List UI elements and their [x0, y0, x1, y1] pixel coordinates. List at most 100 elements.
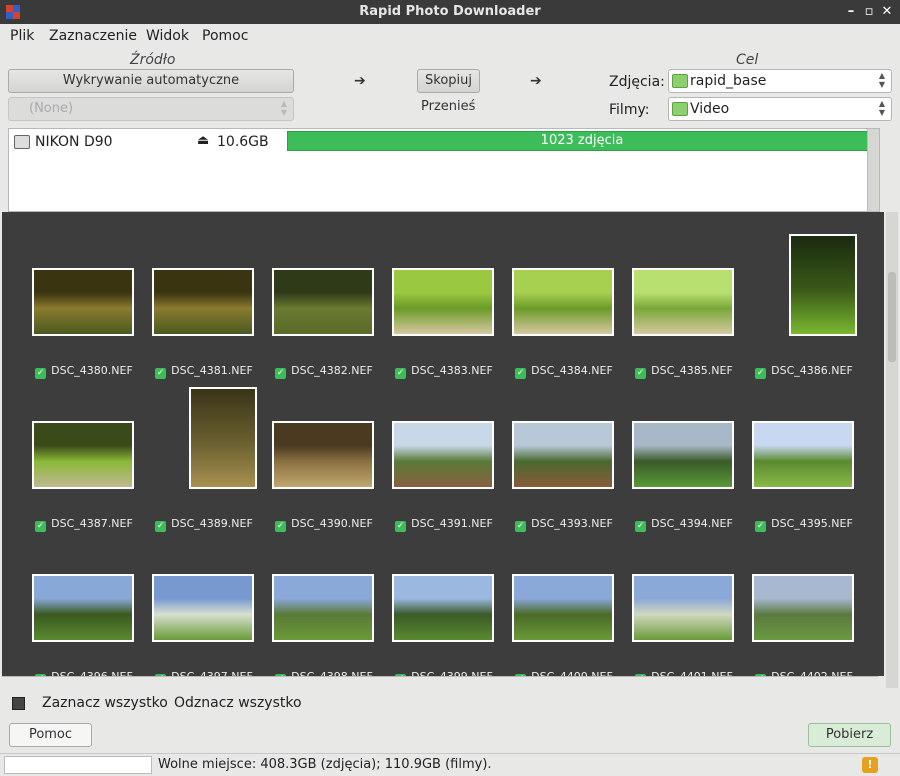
thumbnail-item[interactable]: ✓DSC_4396.NEF [32, 540, 152, 690]
thumbnail-image[interactable] [789, 234, 857, 336]
device-scrollbar[interactable] [867, 129, 879, 211]
thumbnail-image[interactable] [272, 574, 374, 642]
close-button[interactable]: ✕ [878, 2, 896, 22]
checkbox-checked-icon[interactable]: ✓ [275, 368, 287, 379]
menu-file[interactable]: Plik [10, 28, 34, 44]
folder-icon [672, 74, 688, 88]
combo-arrows-icon: ▲ ▼ [878, 71, 885, 89]
menu-help[interactable]: Pomoc [202, 28, 248, 44]
main-scrollbar[interactable] [886, 212, 898, 688]
thumbnail-item[interactable]: ✓ DSC_4394.NEF [632, 387, 752, 537]
checkbox-checked-icon[interactable]: ✓ [155, 368, 167, 379]
thumbnail-image[interactable] [512, 268, 614, 336]
thumbnail-image[interactable] [632, 421, 734, 489]
thumbnail-image[interactable] [632, 574, 734, 642]
thumbnail-caption: ✓ DSC_4381.NEF [144, 364, 264, 379]
arrow-right-icon: ➔ [354, 73, 366, 89]
thumbnail-image[interactable] [152, 268, 254, 336]
warning-icon[interactable]: ! [862, 757, 878, 773]
thumbnail-item[interactable]: ✓ DSC_4390.NEF [272, 387, 392, 537]
thumbnail-item[interactable]: ✓DSC_4401.NEF [632, 540, 752, 690]
thumbnail-caption: ✓ DSC_4395.NEF [744, 517, 864, 532]
window-title: Rapid Photo Downloader [359, 4, 541, 19]
thumbnail-image[interactable] [752, 421, 854, 489]
thumbnail-item[interactable]: ✓ DSC_4395.NEF [752, 387, 872, 537]
select-all-button[interactable]: Zaznacz wszystko [42, 695, 168, 711]
menu-view[interactable]: Widok [146, 28, 189, 44]
scrollbar-handle[interactable] [888, 272, 896, 362]
thumbnail-image[interactable] [152, 574, 254, 642]
thumbnail-item[interactable]: ✓ DSC_4383.NEF [392, 234, 512, 384]
thumbnail-image[interactable] [392, 421, 494, 489]
thumbnail-item[interactable]: ✓ DSC_4391.NEF [392, 387, 512, 537]
checkbox-checked-icon[interactable]: ✓ [515, 368, 527, 379]
checkbox-checked-icon[interactable]: ✓ [35, 368, 47, 379]
checkbox-checked-icon[interactable]: ✓ [635, 368, 647, 379]
thumbnail-caption: ✓ DSC_4380.NEF [24, 364, 144, 379]
checkbox-checked-icon[interactable]: ✓ [635, 521, 647, 532]
thumbnail-filename: DSC_4393.NEF [531, 517, 613, 530]
thumbnail-filename: DSC_4390.NEF [291, 517, 373, 530]
download-button[interactable]: Pobierz [808, 723, 891, 747]
checkbox-checked-icon[interactable]: ✓ [155, 521, 167, 532]
thumbnail-filename: DSC_4380.NEF [51, 364, 133, 377]
thumbnail-filename: DSC_4389.NEF [171, 517, 253, 530]
thumbnail-image[interactable] [512, 421, 614, 489]
checkbox-checked-icon[interactable]: ✓ [395, 521, 407, 532]
thumbnail-image[interactable] [752, 574, 854, 642]
device-name: NIKON D90 [35, 134, 113, 150]
arrow-right-icon: ➔ [530, 73, 542, 89]
thumbnail-image[interactable] [272, 268, 374, 336]
thumbnail-item[interactable]: ✓ DSC_4380.NEF [32, 234, 152, 384]
thumbnail-item[interactable]: ✓DSC_4399.NEF [392, 540, 512, 690]
checkbox-checked-icon[interactable]: ✓ [35, 521, 47, 532]
title-bar: Rapid Photo Downloader – ▫ ✕ [0, 0, 900, 24]
maximize-button[interactable]: ▫ [860, 2, 878, 22]
status-bar: Wolne miejsce: 408.3GB (zdjęcia); 110.9G… [0, 753, 900, 776]
help-button[interactable]: Pomoc [9, 723, 92, 747]
thumbnail-item[interactable]: ✓DSC_4402.NEF [752, 540, 872, 690]
camera-icon [14, 135, 30, 149]
thumbnail-image[interactable] [32, 421, 134, 489]
thumbnail-filename: DSC_4385.NEF [651, 364, 733, 377]
move-option[interactable]: Przenieś [421, 99, 475, 114]
deselect-all-button[interactable]: Odznacz wszystko [174, 695, 302, 711]
checkbox-checked-icon[interactable]: ✓ [395, 368, 407, 379]
checkbox-checked-icon[interactable]: ✓ [755, 368, 767, 379]
thumbnail-item[interactable]: ✓ DSC_4385.NEF [632, 234, 752, 384]
thumbnail-item[interactable]: ✓DSC_4398.NEF [272, 540, 392, 690]
thumbnail-image[interactable] [32, 268, 134, 336]
thumbnail-item[interactable]: ✓ DSC_4387.NEF [32, 387, 152, 537]
thumbnail-image[interactable] [32, 574, 134, 642]
source-combo[interactable]: (None) ▲ ▼ [8, 97, 294, 121]
thumbnail-item[interactable]: ✓ DSC_4386.NEF [752, 234, 872, 384]
thumbnail-item[interactable]: ✓DSC_4400.NEF [512, 540, 632, 690]
thumbnail-item[interactable]: ✓ DSC_4384.NEF [512, 234, 632, 384]
device-progress-bar: 1023 zdjęcia [287, 131, 877, 151]
thumbnail-caption: ✓ DSC_4391.NEF [384, 517, 504, 532]
photos-dest-combo[interactable]: rapid_base ▲ ▼ [668, 69, 892, 93]
videos-dest-combo[interactable]: Video ▲ ▼ [668, 97, 892, 121]
menu-selection[interactable]: Zaznaczenie [49, 28, 137, 44]
auto-detect-button[interactable]: Wykrywanie automatyczne [8, 69, 294, 93]
thumbnail-image[interactable] [512, 574, 614, 642]
minimize-button[interactable]: – [842, 2, 860, 22]
device-size: 10.6GB [217, 134, 269, 150]
thumbnail-image[interactable] [189, 387, 257, 489]
select-checkbox-icon[interactable] [12, 697, 25, 710]
thumbnail-item[interactable]: ✓ DSC_4389.NEF [152, 387, 272, 537]
copy-button[interactable]: Skopiuj [417, 69, 480, 93]
thumbnail-image[interactable] [392, 574, 494, 642]
thumbnail-item[interactable]: ✓DSC_4397.NEF [152, 540, 272, 690]
checkbox-checked-icon[interactable]: ✓ [275, 521, 287, 532]
thumbnail-filename: DSC_4386.NEF [771, 364, 853, 377]
thumbnail-item[interactable]: ✓ DSC_4381.NEF [152, 234, 272, 384]
checkbox-checked-icon[interactable]: ✓ [755, 521, 767, 532]
thumbnail-image[interactable] [632, 268, 734, 336]
thumbnail-item[interactable]: ✓ DSC_4393.NEF [512, 387, 632, 537]
thumbnail-item[interactable]: ✓ DSC_4382.NEF [272, 234, 392, 384]
thumbnail-image[interactable] [392, 268, 494, 336]
eject-icon[interactable]: ⏏ [197, 133, 209, 148]
checkbox-checked-icon[interactable]: ✓ [515, 521, 527, 532]
thumbnail-image[interactable] [272, 421, 374, 489]
